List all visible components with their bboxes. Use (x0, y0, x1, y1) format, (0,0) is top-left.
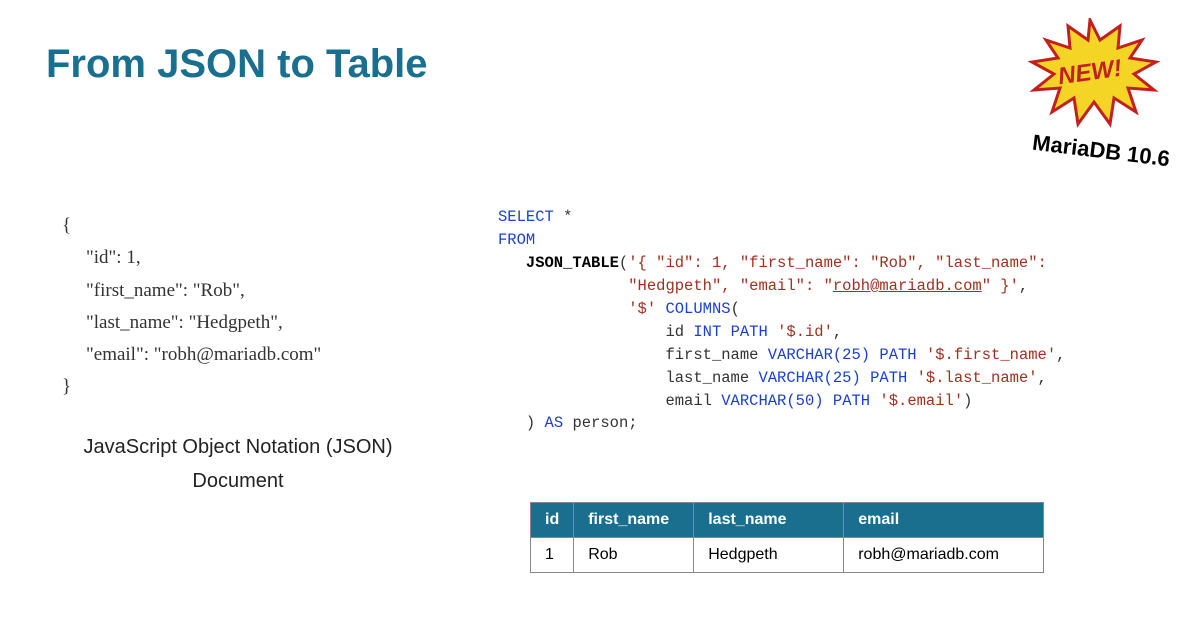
sql-columns-kw: COLUMNS (665, 300, 730, 318)
sql-path-root: '$' (628, 300, 656, 318)
json-caption-line2: Document (78, 464, 398, 498)
sql-json-arg-1: '{ "id": 1, "first_name": "Rob", "last_n… (628, 254, 1047, 272)
sql-json-arg-email: robh@mariadb.com (833, 277, 982, 295)
sql-json-arg-2a: "Hedgpeth", "email": " (628, 277, 833, 295)
json-caption: JavaScript Object Notation (JSON) Docume… (78, 430, 398, 498)
json-line-id: "id": 1, (86, 242, 321, 274)
json-line-first-name: "first_name": "Rob", (86, 275, 321, 307)
sql-json-arg-2b: " }' (982, 277, 1019, 295)
json-line-last-name: "last_name": "Hedgpeth", (86, 307, 321, 339)
table-header-row: id first_name last_name email (531, 503, 1044, 538)
result-table: id first_name last_name email 1 Rob Hedg… (530, 502, 1044, 573)
cell-email: robh@mariadb.com (844, 538, 1044, 573)
sql-select: SELECT (498, 208, 554, 226)
cell-first-name: Rob (574, 538, 694, 573)
slide-title: From JSON to Table (46, 42, 428, 87)
sql-json-table-fn: JSON_TABLE (526, 254, 619, 272)
col-header-email: email (844, 503, 1044, 538)
cell-id: 1 (531, 538, 574, 573)
json-close-brace: } (62, 371, 321, 403)
version-label: MariaDB 10.6 (1031, 130, 1171, 173)
json-line-email: "email": "robh@mariadb.com" (86, 339, 321, 371)
json-document: { "id": 1, "first_name": "Rob", "last_na… (86, 210, 321, 404)
col-header-id: id (531, 503, 574, 538)
cell-last-name: Hedgpeth (694, 538, 844, 573)
new-starburst-badge: NEW! (1020, 18, 1160, 128)
sql-code-block: SELECT * FROM JSON_TABLE('{ "id": 1, "fi… (498, 206, 1065, 435)
sql-as-kw: AS (545, 414, 564, 432)
col-header-last-name: last_name (694, 503, 844, 538)
json-caption-line1: JavaScript Object Notation (JSON) (78, 430, 398, 464)
table-row: 1 Rob Hedgpeth robh@mariadb.com (531, 538, 1044, 573)
sql-from: FROM (498, 231, 535, 249)
col-header-first-name: first_name (574, 503, 694, 538)
json-open-brace: { (62, 210, 321, 242)
